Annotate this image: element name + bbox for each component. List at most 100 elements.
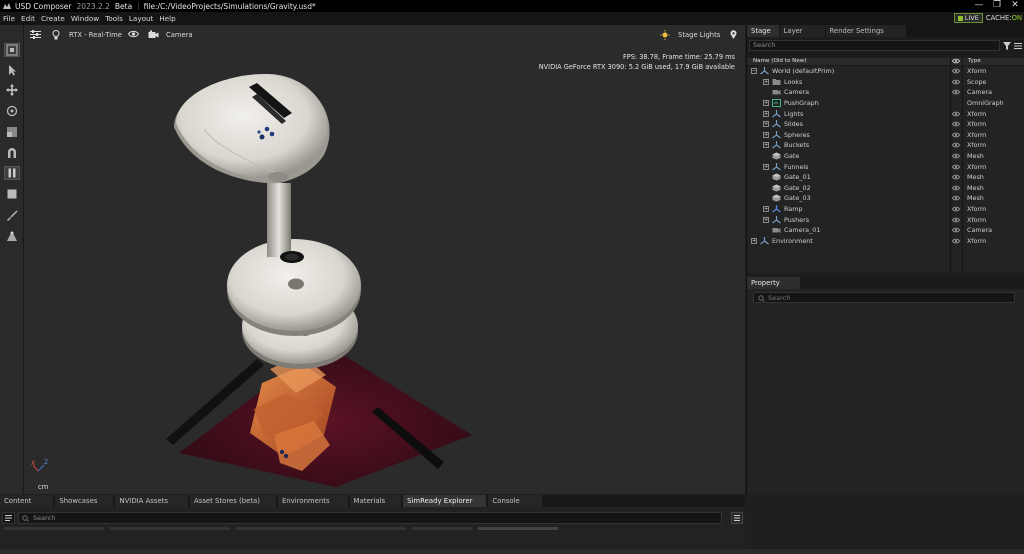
stage-tree-row[interactable]: + Lights Xform xyxy=(747,108,1024,119)
visibility-eye-icon[interactable] xyxy=(950,217,962,223)
visibility-eye-icon[interactable] xyxy=(950,164,962,170)
close-button[interactable]: ✕ xyxy=(1006,0,1024,12)
type-column-header[interactable]: Type xyxy=(962,58,981,65)
pin-button[interactable] xyxy=(730,30,737,39)
stage-tree-row[interactable]: + Ramp Xform xyxy=(747,204,1024,215)
live-button[interactable]: LIVE xyxy=(953,13,983,23)
tab-content[interactable]: Content xyxy=(0,495,54,507)
stage-search-input[interactable]: Search xyxy=(749,40,1000,51)
snap-tool[interactable] xyxy=(4,146,20,160)
visibility-eye-icon[interactable] xyxy=(950,227,962,233)
visibility-eye-icon[interactable] xyxy=(950,132,962,138)
name-column-header[interactable]: Name (Old to New) xyxy=(747,58,950,65)
menu-help[interactable]: Help xyxy=(156,14,178,23)
visibility-eye-icon[interactable] xyxy=(950,206,962,212)
menu-file[interactable]: File xyxy=(0,14,18,23)
visibility-eye-icon[interactable] xyxy=(950,238,962,244)
bottom-panel-menu-button[interactable] xyxy=(731,512,743,524)
stage-tree-row[interactable]: Camera Camera xyxy=(747,87,1024,98)
select-tool[interactable] xyxy=(4,63,20,77)
stage-tree-row[interactable]: Gate_02 Mesh xyxy=(747,183,1024,194)
visibility-eye-icon[interactable] xyxy=(950,142,962,148)
expand-icon[interactable]: + xyxy=(763,110,769,117)
tab-environments[interactable]: Environments xyxy=(277,495,348,507)
menu-edit[interactable]: Edit xyxy=(18,14,38,23)
stage-tree-row[interactable]: Gate_03 Mesh xyxy=(747,193,1024,204)
stage-tree-row[interactable]: + Slides Xform xyxy=(747,119,1024,130)
stage-tree-row[interactable]: + Funnels Xform xyxy=(747,161,1024,172)
options-menu-icon[interactable] xyxy=(1014,42,1022,50)
filter-icon[interactable] xyxy=(1003,41,1011,50)
pause-tool[interactable] xyxy=(4,166,20,180)
collapse-icon[interactable]: − xyxy=(751,68,757,75)
bottom-search-input[interactable]: Search xyxy=(18,512,722,524)
stage-tree-row[interactable]: + Environment Xform xyxy=(747,236,1024,247)
minimize-button[interactable]: — xyxy=(970,0,988,12)
stage-tree-row[interactable]: + PushGraph OmniGraph xyxy=(747,98,1024,109)
menu-window[interactable]: Window xyxy=(68,14,102,23)
camera-dropdown[interactable]: Camera xyxy=(148,30,193,39)
prim-type: Camera xyxy=(967,226,993,235)
expand-icon[interactable]: + xyxy=(751,237,757,244)
tab-showcases[interactable]: Showcases xyxy=(55,495,114,507)
bottom-filter-button[interactable] xyxy=(2,512,15,524)
paint-tool[interactable] xyxy=(4,208,20,222)
tab-layer[interactable]: Layer xyxy=(779,25,825,37)
stage-tree-row[interactable]: Gate_01 Mesh xyxy=(747,172,1024,183)
viewport[interactable]: RTX - Real-Time Camera Stage Lights FPS:… xyxy=(24,25,745,494)
menu-create[interactable]: Create xyxy=(38,14,68,23)
unit-label: cm xyxy=(38,483,49,491)
visibility-eye-icon[interactable] xyxy=(950,174,962,180)
stage-tree-row[interactable]: + Looks Scope xyxy=(747,77,1024,88)
visibility-eye-icon[interactable] xyxy=(950,79,962,85)
stage-tree-row[interactable]: Camera_01 Camera xyxy=(747,225,1024,236)
expand-icon[interactable]: + xyxy=(763,163,769,170)
visibility-eye-icon[interactable] xyxy=(950,185,962,191)
move-tool[interactable] xyxy=(4,83,20,97)
visibility-eye-icon[interactable] xyxy=(950,153,962,159)
tab-render-settings[interactable]: Render Settings xyxy=(825,25,906,37)
expand-icon[interactable]: + xyxy=(763,216,769,223)
visibility-column-header[interactable] xyxy=(950,58,962,65)
menu-tools[interactable]: Tools xyxy=(102,14,126,23)
stage-tree-row[interactable]: − World (defaultPrim) Xform xyxy=(747,66,1024,77)
cache-status[interactable]: CACHE:ON xyxy=(986,14,1022,22)
tab-property[interactable]: Property xyxy=(747,277,800,289)
visibility-eye-icon[interactable] xyxy=(950,68,962,74)
expand-icon[interactable]: + xyxy=(763,78,769,85)
expand-icon[interactable]: + xyxy=(763,206,769,213)
viewport-settings-button[interactable] xyxy=(30,30,41,39)
property-search-input[interactable]: Search xyxy=(753,292,1015,303)
visibility-eye-icon[interactable] xyxy=(950,195,962,201)
tab-simready-explorer[interactable]: SimReady Explorer xyxy=(403,495,487,507)
scale-tool[interactable] xyxy=(4,125,20,139)
property-panel: Property Search xyxy=(747,277,1024,494)
visibility-eye-icon[interactable] xyxy=(950,111,962,117)
stage-tree-row[interactable]: + Spheres Xform xyxy=(747,130,1024,141)
frame-select-tool[interactable] xyxy=(4,43,20,57)
lighting-tool[interactable] xyxy=(4,229,20,243)
rotate-tool[interactable] xyxy=(4,104,20,118)
maximize-button[interactable]: ❐ xyxy=(988,0,1006,12)
tab-nvidia-assets[interactable]: NVIDIA Assets xyxy=(115,495,189,507)
menu-layout[interactable]: Layout xyxy=(126,14,156,23)
expand-icon[interactable]: + xyxy=(763,131,769,138)
stage-lights-dropdown[interactable]: Stage Lights xyxy=(660,30,720,40)
visibility-dropdown[interactable] xyxy=(128,30,139,38)
expand-icon[interactable]: + xyxy=(763,142,769,149)
stage-tree-row[interactable]: + Buckets Xform xyxy=(747,140,1024,151)
scene-render[interactable] xyxy=(24,25,745,494)
visibility-eye-icon[interactable] xyxy=(950,89,962,95)
visibility-eye-icon[interactable] xyxy=(950,121,962,127)
tab-materials[interactable]: Materials xyxy=(349,495,402,507)
stage-tree-row[interactable]: Gate Mesh xyxy=(747,151,1024,162)
render-mode-dropdown[interactable]: RTX - Real-Time xyxy=(52,30,122,40)
tab-stage[interactable]: Stage xyxy=(747,25,779,37)
expand-icon[interactable]: + xyxy=(763,121,769,128)
stage-tree-row[interactable]: + Pushers Xform xyxy=(747,214,1024,225)
stop-tool[interactable] xyxy=(4,187,20,201)
tab-console[interactable]: Console xyxy=(488,495,542,507)
prim-type: Mesh xyxy=(967,173,984,182)
expand-icon[interactable]: + xyxy=(763,100,769,107)
tab-asset-stores-beta[interactable]: Asset Stores (beta) xyxy=(190,495,276,507)
